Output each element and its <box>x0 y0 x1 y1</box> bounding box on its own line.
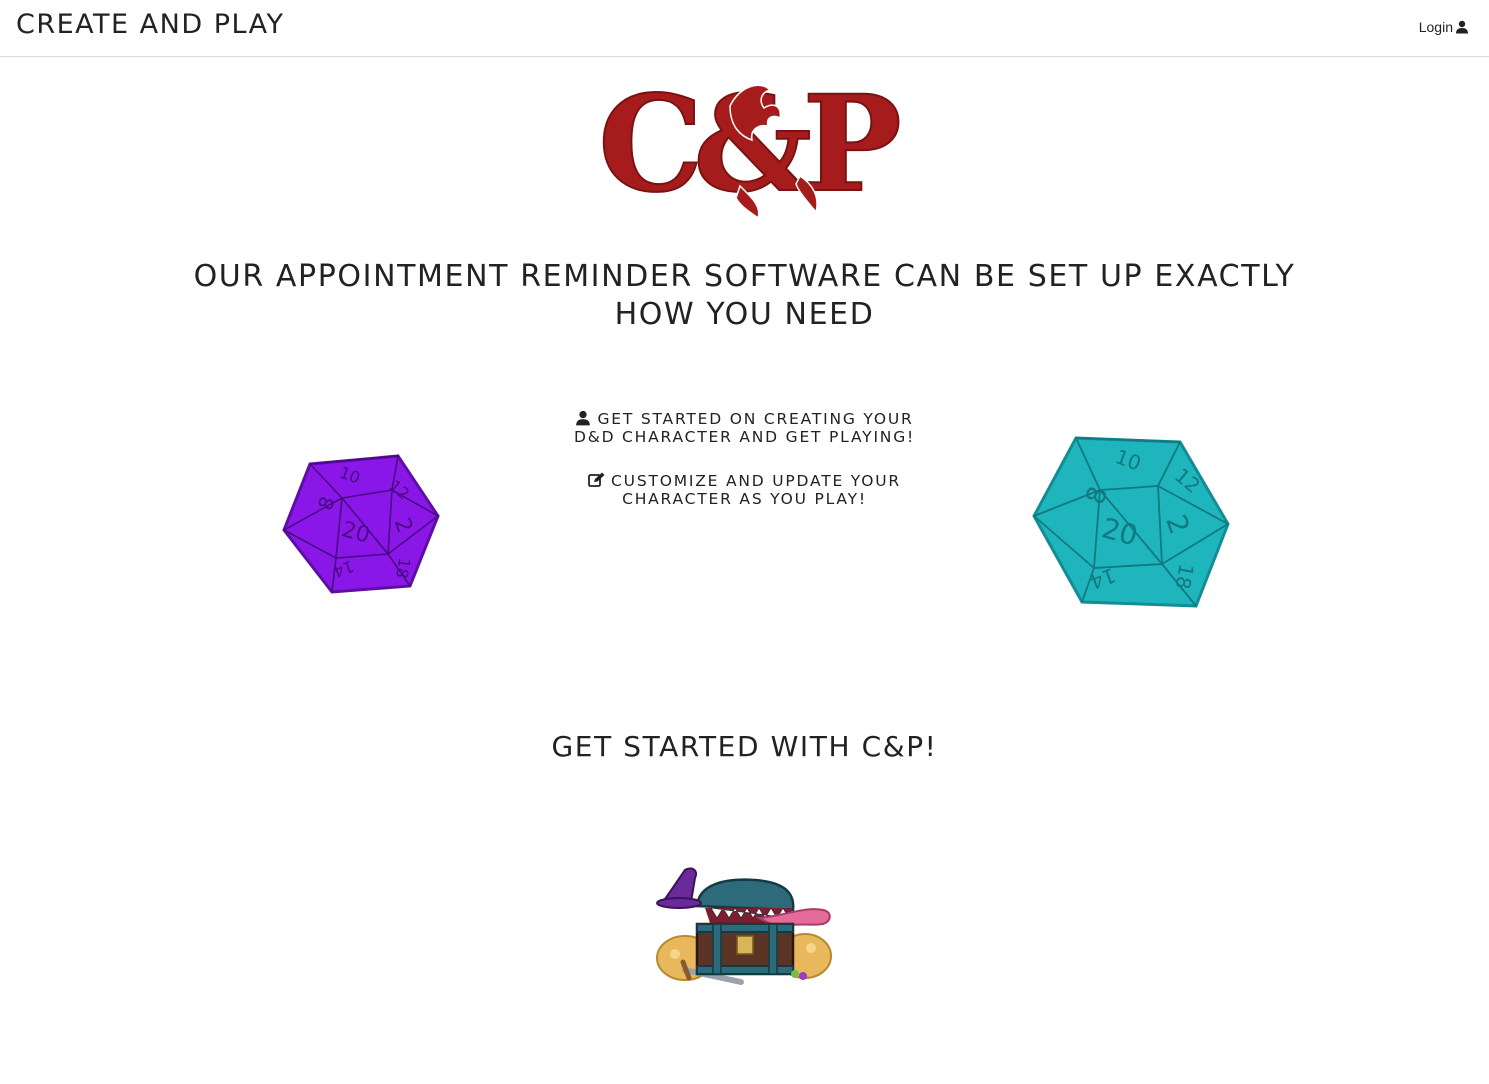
mimic-chest-illustration <box>656 867 832 985</box>
get-started-heading: GET STARTED WITH C&P! <box>551 730 938 763</box>
feature-line-2: D&D CHARACTER AND GET PLAYING! <box>573 428 916 446</box>
die-number: 18 <box>392 556 414 579</box>
die-number: 18 <box>1171 562 1199 591</box>
feature-line-2: CHARACTER AS YOU PLAY! <box>622 490 867 508</box>
d20-purple-die: 10 12 8 20 2 14 18 <box>282 454 440 594</box>
brand-title[interactable]: CREATE AND PLAY <box>16 9 285 40</box>
cp-logo: C&P <box>597 66 900 223</box>
login-label: Login <box>1418 19 1453 35</box>
edit-icon <box>588 472 605 487</box>
feature-customize-character: CUSTOMIZE AND UPDATE YOUR CHARACTER AS Y… <box>520 472 969 508</box>
feature-create-character: GET STARTED ON CREATING YOUR D&D CHARACT… <box>520 410 969 446</box>
feature-line-1: CUSTOMIZE AND UPDATE YOUR <box>611 472 901 490</box>
top-navbar: CREATE AND PLAY Login <box>0 0 1489 57</box>
user-icon <box>576 410 591 426</box>
headline-line-1: OUR APPOINTMENT REMINDER SOFTWARE CAN BE… <box>193 259 1296 294</box>
feature-line-1: GET STARTED ON CREATING YOUR <box>597 410 914 428</box>
user-icon <box>1456 20 1468 34</box>
main-headline: OUR APPOINTMENT REMINDER SOFTWARE CAN BE… <box>150 258 1339 334</box>
login-link[interactable]: Login <box>1419 19 1469 35</box>
features-list: GET STARTED ON CREATING YOUR D&D CHARACT… <box>520 410 969 534</box>
d20-teal-die: 10 12 8 20 2 14 18 <box>1032 436 1230 608</box>
headline-line-2: HOW YOU NEED <box>614 297 875 332</box>
